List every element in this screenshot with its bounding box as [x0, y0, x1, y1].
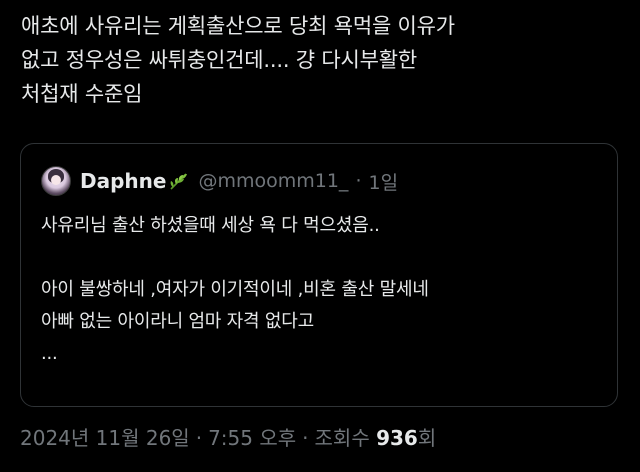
quoted-handle[interactable]: @mmoomm11_ [198, 170, 348, 192]
views-label: 조회수 [314, 426, 370, 450]
quoted-text-line: 사유리님 출산 하셨을때 세상 욕 다 먹으셨음.. [41, 215, 380, 236]
quoted-tweet-card[interactable]: Daphne @mmoomm11_ · 1일 사유리님 출산 하셨을때 세상 욕… [20, 143, 618, 407]
quoted-tweet-header: Daphne @mmoomm11_ · 1일 [41, 166, 398, 196]
tweet-text-line: 없고 정우성은 싸튀충인건데.... 걍 다시부활한 [21, 48, 417, 72]
tweet-text-line: 애초에 사유리는 게획출산으로 당최 욕먹을 이유가 [21, 14, 455, 38]
quoted-text-line: ... [41, 343, 58, 364]
quoted-text-line [41, 242, 601, 274]
quoted-timestamp[interactable]: 1일 [368, 168, 398, 195]
quoted-text-line: 아이 불쌍하네 ,여자가 이기적이네 ,비혼 출산 말세네 [41, 279, 429, 300]
separator-dot: · [302, 426, 309, 450]
views-unit: 회 [417, 426, 437, 450]
leaf-icon [168, 170, 190, 192]
quoted-text-line: 아빠 없는 아이라니 엄마 자격 없다고 [41, 311, 315, 332]
separator-dot: · [355, 170, 362, 192]
tweet-text-line: 처첩재 수준임 [21, 82, 143, 106]
tweet-text: 애초에 사유리는 게획출산으로 당최 욕먹을 이유가 없고 정우성은 싸튀충인건… [21, 9, 621, 111]
quoted-display-name[interactable]: Daphne [80, 169, 166, 193]
avatar[interactable] [41, 166, 71, 196]
views-count[interactable]: 936 [376, 426, 418, 450]
separator-dot: · [195, 426, 203, 450]
tweet-metadata: 2024년 11월 26일 · 7:55 오후 · 조회수 936회 [20, 422, 436, 451]
quoted-tweet-text: 사유리님 출산 하셨을때 세상 욕 다 먹으셨음.. 아이 불쌍하네 ,여자가 … [41, 210, 601, 370]
tweet-date[interactable]: 2024년 11월 26일 [20, 426, 190, 450]
tweet-time[interactable]: 7:55 오후 [208, 426, 296, 450]
